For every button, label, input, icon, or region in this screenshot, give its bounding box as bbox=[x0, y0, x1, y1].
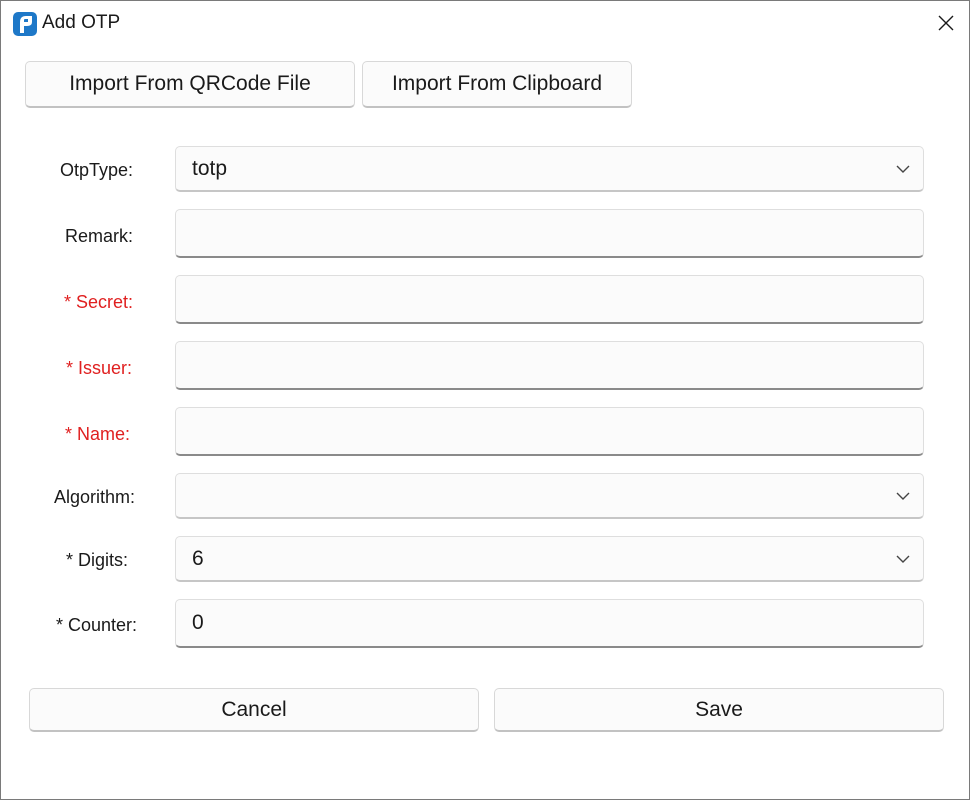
otp-type-label: OtpType: bbox=[60, 160, 134, 180]
algorithm-select[interactable] bbox=[175, 473, 924, 519]
close-button[interactable] bbox=[923, 1, 969, 45]
cancel-button[interactable]: Cancel bbox=[29, 688, 479, 732]
otp-type-select[interactable]: totp bbox=[175, 146, 924, 192]
digits-value: 6 bbox=[192, 547, 204, 570]
digits-label: * Digits: bbox=[66, 550, 129, 570]
otp-type-value: totp bbox=[192, 157, 228, 180]
window-title: Add OTP bbox=[42, 12, 121, 33]
secret-label: * Secret: bbox=[64, 292, 134, 312]
counter-label: * Counter: bbox=[56, 615, 138, 635]
algorithm-label: Algorithm: bbox=[54, 487, 136, 507]
issuer-label: * Issuer: bbox=[66, 358, 133, 378]
counter-value: 0 bbox=[192, 611, 204, 634]
remark-label: Remark: bbox=[65, 226, 134, 246]
counter-input[interactable]: 0 bbox=[175, 599, 924, 648]
save-button[interactable]: Save bbox=[494, 688, 944, 732]
app-logo-icon bbox=[13, 12, 37, 36]
issuer-input[interactable] bbox=[175, 341, 924, 390]
import-qrcode-file-button[interactable]: Import From QRCode File bbox=[25, 61, 355, 108]
title-bar: Add OTP bbox=[1, 1, 969, 45]
chevron-down-icon bbox=[896, 165, 910, 173]
close-icon bbox=[938, 15, 954, 31]
chevron-down-icon bbox=[896, 555, 910, 563]
remark-input[interactable] bbox=[175, 209, 924, 258]
name-input[interactable] bbox=[175, 407, 924, 456]
name-label: * Name: bbox=[65, 424, 131, 444]
add-otp-dialog: Add OTP Import From QRCode File Import F… bbox=[0, 0, 970, 800]
import-clipboard-button[interactable]: Import From Clipboard bbox=[362, 61, 632, 108]
chevron-down-icon bbox=[896, 492, 910, 500]
digits-select[interactable]: 6 bbox=[175, 536, 924, 582]
secret-input[interactable] bbox=[175, 275, 924, 324]
